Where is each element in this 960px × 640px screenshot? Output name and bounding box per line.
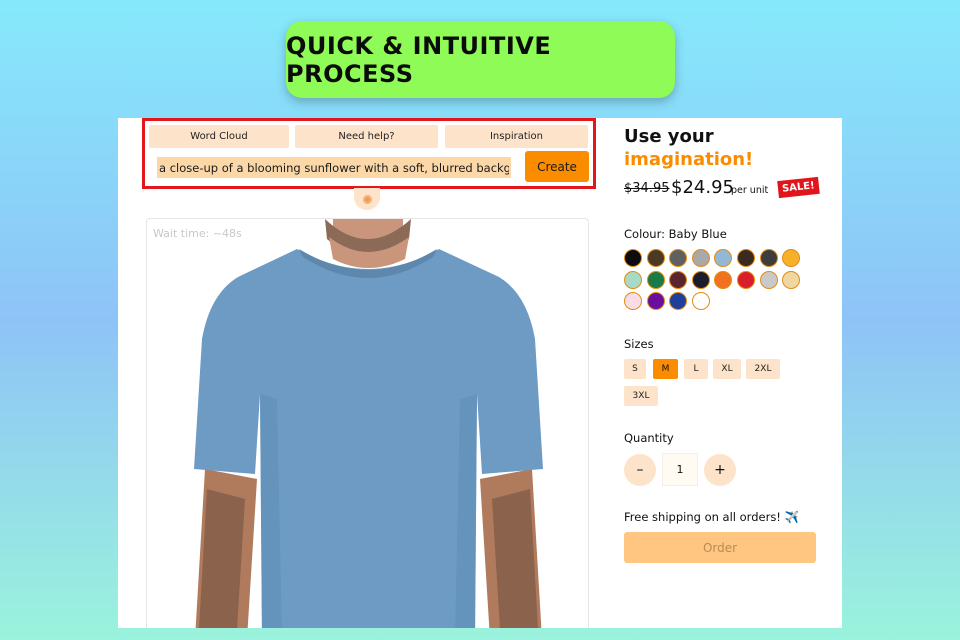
old-price: $34.95 (624, 181, 670, 196)
quantity-decrease-button[interactable]: – (624, 454, 656, 486)
colour-swatch[interactable] (691, 270, 710, 289)
colour-swatch[interactable] (646, 249, 665, 267)
product-title-line2: imagination! (624, 149, 754, 170)
create-button[interactable]: Create (525, 151, 589, 182)
collapse-toggle[interactable] (354, 188, 380, 210)
headline-banner: QUICK & INTUITIVE PROCESS (286, 21, 675, 98)
sizes-label: Sizes (624, 337, 654, 351)
colour-swatch[interactable] (737, 249, 755, 267)
size-xl[interactable]: XL (713, 359, 741, 379)
collapse-icon (362, 194, 372, 204)
size-2xl[interactable]: 2XL (746, 359, 780, 379)
order-button[interactable]: Order (624, 532, 816, 563)
colour-swatch[interactable] (669, 270, 688, 289)
size-m[interactable]: M (653, 359, 678, 379)
wait-time-text: Wait time: ~48s (153, 227, 242, 240)
colour-swatch[interactable] (691, 249, 710, 267)
colour-swatch[interactable] (782, 270, 801, 289)
quantity-label: Quantity (624, 431, 674, 445)
tab-word-cloud[interactable]: Word Cloud (149, 125, 289, 148)
shipping-note: Free shipping on all orders! ✈️ (624, 510, 799, 524)
quantity-increase-button[interactable]: + (704, 454, 736, 486)
colour-swatch[interactable] (624, 249, 642, 267)
size-s[interactable]: S (624, 359, 646, 379)
colour-swatch[interactable] (646, 292, 665, 310)
colour-swatch[interactable] (624, 292, 642, 310)
colour-swatch[interactable] (646, 270, 665, 289)
prompt-input[interactable] (157, 157, 511, 178)
tab-inspiration[interactable]: Inspiration (445, 125, 588, 148)
colour-swatch[interactable] (669, 249, 688, 267)
headline-text: QUICK & INTUITIVE PROCESS (286, 31, 552, 88)
shipping-rest: on all orders! ✈️ (700, 510, 799, 524)
colour-swatch[interactable] (714, 270, 733, 289)
quantity-input[interactable]: 1 (662, 453, 698, 486)
sale-badge: SALE! (777, 176, 820, 199)
colour-swatch[interactable] (714, 249, 733, 267)
colour-swatch[interactable] (759, 249, 778, 267)
ai-prompt-box: Word Cloud Need help? Inspiration Create (142, 118, 596, 189)
shipping-bold: Free shipping (624, 510, 701, 524)
designer-panel: Word Cloud Need help? Inspiration Create… (118, 118, 842, 628)
colour-swatch[interactable] (669, 292, 688, 310)
colour-swatch[interactable] (759, 270, 778, 289)
colour-swatch[interactable] (624, 270, 642, 289)
colour-swatch[interactable] (691, 292, 710, 310)
new-price: $24.95 (671, 177, 734, 198)
colour-swatch[interactable] (782, 249, 801, 267)
product-title-line1: Use your (624, 126, 714, 147)
colour-label: Colour: Baby Blue (624, 227, 727, 241)
size-l[interactable]: L (684, 359, 708, 379)
per-unit-label: per unit (731, 185, 769, 196)
colour-swatch[interactable] (737, 270, 755, 289)
tshirt-image (194, 219, 543, 628)
product-preview: Wait time: ~48s (146, 218, 589, 628)
tab-need-help[interactable]: Need help? (295, 125, 438, 148)
size-3xl[interactable]: 3XL (624, 386, 658, 406)
